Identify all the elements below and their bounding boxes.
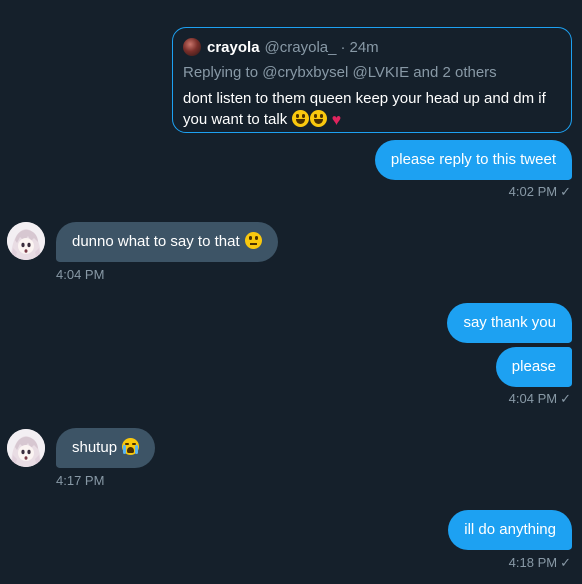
- sent-message-bubble[interactable]: please: [495, 347, 572, 387]
- separator-dot: ·: [340, 38, 346, 56]
- quoted-tweet-header: crayola @crayola_ · 24m: [183, 37, 561, 57]
- sent-message-bubble[interactable]: please reply to this tweet: [374, 140, 572, 180]
- received-message-bubble[interactable]: dunno what to say to that: [56, 222, 278, 262]
- message-timestamp: 4:17 PM: [56, 473, 105, 488]
- quoted-tweet-card[interactable]: crayola @crayola_ · 24m Replying to @cry…: [172, 27, 572, 133]
- message-timestamp: 4:18 PM ✓: [508, 555, 571, 570]
- red-heart-icon: ♥: [331, 112, 342, 129]
- quoted-tweet-avatar: [183, 38, 201, 56]
- message-text: dunno what to say to that: [72, 233, 240, 250]
- quoted-tweet-replying-to: Replying to @crybxbysel @LVKIE and 2 oth…: [183, 64, 497, 81]
- message-timestamp: 4:04 PM: [56, 267, 105, 282]
- avatar[interactable]: [7, 429, 45, 467]
- loudly-crying-face-icon: [122, 438, 140, 455]
- checkmark-icon: ✓: [560, 555, 571, 570]
- sent-message-bubble[interactable]: say thank you: [447, 303, 572, 343]
- message-timestamp: 4:04 PM ✓: [508, 391, 571, 406]
- quoted-tweet-text-content: dont listen to them queen keep your head…: [183, 90, 546, 128]
- checkmark-icon: ✓: [560, 391, 571, 406]
- sent-message-bubble[interactable]: ill do anything: [448, 510, 572, 550]
- message-timestamp: 4:02 PM ✓: [508, 184, 571, 199]
- grinning-face-icon: [292, 110, 310, 127]
- quoted-tweet-timestamp: 24m: [349, 38, 379, 56]
- quoted-tweet-text: dont listen to them queen keep your head…: [183, 88, 555, 131]
- received-message-bubble[interactable]: shutup: [56, 428, 156, 468]
- quoted-tweet-handle: @crayola_: [264, 38, 337, 56]
- message-text: ill do anything: [464, 521, 556, 538]
- avatar[interactable]: [7, 222, 45, 260]
- message-text: please: [511, 358, 556, 375]
- grinning-face-icon: [310, 110, 328, 127]
- checkmark-icon: ✓: [560, 184, 571, 199]
- message-text: shutup: [72, 439, 118, 456]
- message-text: please reply to this tweet: [390, 151, 556, 168]
- neutral-face-icon: [244, 232, 262, 249]
- quoted-tweet-author-name: crayola: [207, 38, 260, 56]
- message-text: say thank you: [463, 314, 556, 331]
